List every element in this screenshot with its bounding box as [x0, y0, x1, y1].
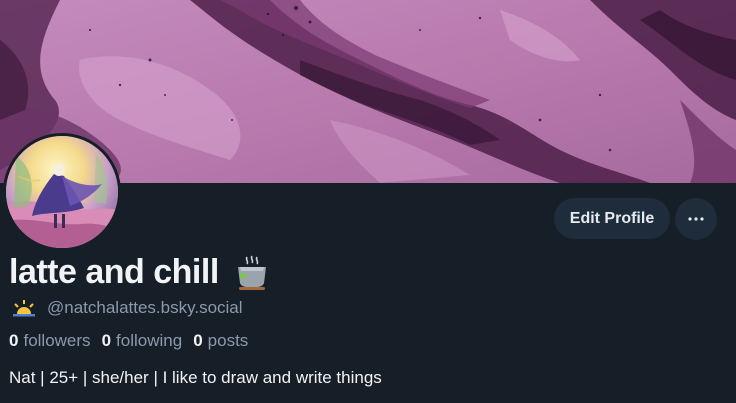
posts-label: posts — [207, 331, 249, 350]
more-options-button[interactable] — [675, 198, 717, 240]
posts-count: 0 — [193, 331, 203, 350]
profile-handle: @natchalattes.bsky.social — [47, 298, 243, 317]
followers-count: 0 — [9, 331, 19, 350]
followers-label: followers — [23, 331, 91, 350]
following-stat[interactable]: 0 following — [102, 331, 183, 351]
tea-cup-icon — [237, 255, 266, 290]
sunrise-icon — [13, 300, 35, 317]
profile-avatar[interactable] — [3, 133, 121, 251]
handle-row: @natchalattes.bsky.social — [11, 297, 243, 319]
profile-bio: Nat | 25+ | she/her | I like to draw and… — [9, 368, 382, 387]
avatar-artwork — [6, 136, 118, 248]
followers-stat[interactable]: 0 followers — [9, 331, 91, 351]
profile-page: Edit Profile latte and chill @natchalatt… — [0, 0, 736, 403]
display-name: latte and chill — [9, 252, 219, 291]
following-count: 0 — [101, 331, 112, 350]
display-name-row: latte and chill — [9, 251, 271, 293]
profile-stats: 0 followers 0 following 0 posts — [9, 330, 259, 352]
following-label: following — [116, 331, 183, 350]
posts-stat: 0 posts — [193, 331, 248, 351]
banner-artwork — [0, 0, 736, 183]
edit-profile-button[interactable]: Edit Profile — [554, 198, 670, 239]
profile-banner-image[interactable] — [0, 0, 736, 183]
ellipsis-icon — [688, 217, 704, 221]
